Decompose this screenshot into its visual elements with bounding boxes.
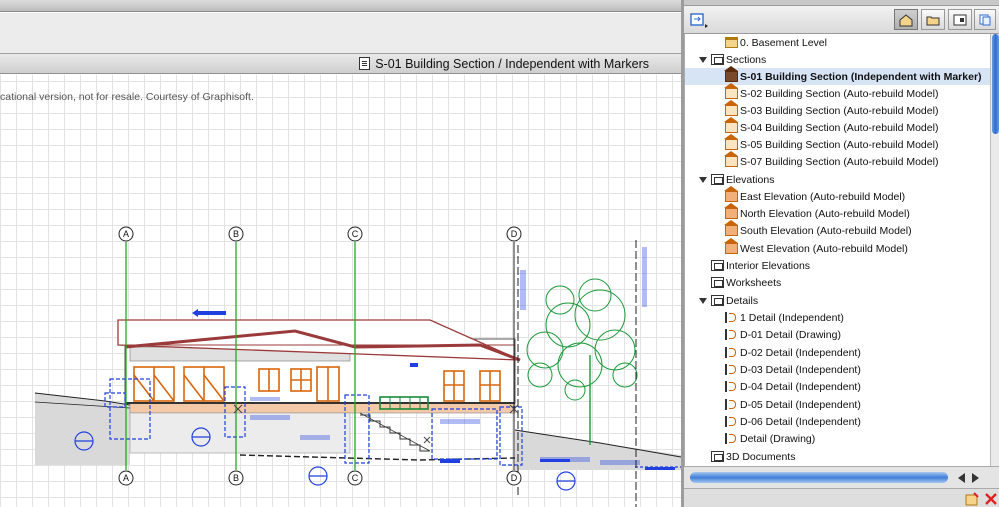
publisher-button[interactable]: [974, 9, 996, 30]
tree-item-3d-documents[interactable]: 3D Documents: [711, 448, 795, 465]
tree-item-s02[interactable]: S-02 Building Section (Auto-rebuild Mode…: [724, 83, 938, 102]
tree-item-s03[interactable]: S-03 Building Section (Auto-rebuild Mode…: [724, 100, 938, 119]
section-document-icon: [359, 57, 371, 70]
ground-fill-right: [515, 430, 681, 470]
new-view-icon[interactable]: [965, 492, 979, 506]
section-icon: [724, 83, 738, 99]
navigator-menu-button[interactable]: [686, 9, 712, 30]
tree-item-worksheets[interactable]: Worksheets: [711, 274, 781, 291]
windows: [133, 366, 501, 402]
detail-icon: [725, 381, 738, 392]
section-window: S-01 Building Section / Independent with…: [0, 0, 681, 507]
delete-view-icon[interactable]: [984, 492, 998, 506]
layout-book-button[interactable]: [948, 9, 972, 30]
tree-item-s04[interactable]: S-04 Building Section (Auto-rebuild Mode…: [724, 117, 938, 136]
navigator-palette: 0. Basement Level Sections S-01 Building…: [684, 0, 999, 507]
folder-icon: [725, 37, 738, 48]
section-icon: [724, 117, 738, 133]
tree-item-south-elevation[interactable]: South Elevation (Auto-rebuild Model): [724, 220, 912, 239]
tree-item-elevations[interactable]: Elevations: [711, 171, 774, 188]
tree-item-west-elevation[interactable]: West Elevation (Auto-rebuild Model): [724, 238, 908, 257]
tree-item-basement-level[interactable]: 0. Basement Level: [725, 34, 827, 51]
window-toolbar-area: [0, 13, 681, 53]
elevation-icon: [724, 220, 738, 236]
navigator-bottom-bar: [684, 488, 999, 507]
detail-icon: [725, 416, 738, 427]
grid-label-bottom-d: D: [511, 473, 518, 483]
section-icon: [724, 100, 738, 116]
grid-label-bottom-c: C: [352, 473, 359, 483]
tree-vertical-scrollbar[interactable]: [990, 34, 999, 466]
grid-label-bottom-b: B: [233, 473, 239, 483]
publisher-icon: [979, 14, 991, 25]
view-map-button[interactable]: [921, 9, 945, 30]
elevation-folder-icon: [711, 174, 724, 185]
horizontal-scroll-thumb[interactable]: [690, 472, 948, 483]
tree-item-detail-d05[interactable]: D-05 Detail (Independent): [725, 396, 861, 413]
building-section-drawing: A B C D A B C D: [34, 226, 681, 507]
tree-item-east-elevation[interactable]: East Elevation (Auto-rebuild Model): [724, 186, 905, 205]
tree-item-details[interactable]: Details: [711, 292, 758, 309]
tree-item-north-elevation[interactable]: North Elevation (Auto-rebuild Model): [724, 203, 910, 222]
tree-item-s05[interactable]: S-05 Building Section (Auto-rebuild Mode…: [724, 134, 938, 153]
disclosure-triangle-elevations[interactable]: [699, 177, 707, 183]
section-folder-icon: [711, 54, 724, 65]
basement-slab: [129, 402, 516, 414]
tree-item-detail-1[interactable]: 1 Detail (Independent): [725, 309, 844, 326]
tree-item-detail-d04[interactable]: D-04 Detail (Independent): [725, 378, 861, 395]
details-folder-icon: [711, 295, 724, 306]
tree-item-interior-elevations[interactable]: Interior Elevations: [711, 257, 810, 274]
navigator-toolbar: [684, 6, 999, 34]
window-title: S-01 Building Section / Independent with…: [375, 56, 649, 71]
elevation-icon: [724, 238, 738, 254]
elevation-icon: [724, 186, 738, 202]
navigator-options-icon: [690, 12, 708, 28]
3d-documents-icon: [711, 451, 724, 462]
detail-icon: [725, 399, 738, 410]
detail-icon: [725, 329, 738, 340]
detail-icon: [725, 433, 738, 444]
project-map-button[interactable]: [894, 9, 918, 30]
disclosure-triangle-details[interactable]: [699, 298, 707, 304]
section-icon: [724, 134, 738, 150]
grid-label-top-b: B: [233, 229, 239, 239]
vertical-scroll-thumb[interactable]: [992, 34, 999, 134]
section-icon: [724, 66, 738, 82]
grid-label-top-a: A: [123, 229, 129, 239]
interior-elevation-icon: [711, 260, 724, 271]
tree-item-sections[interactable]: Sections: [711, 51, 766, 68]
tree-symbol: [526, 278, 638, 445]
grid-label-top-c: C: [352, 229, 359, 239]
scroll-right-arrow-icon[interactable]: [972, 473, 979, 483]
detail-icon: [725, 364, 738, 375]
top-window-strip: [0, 0, 681, 12]
elevation-icon: [724, 203, 738, 219]
section-icon: [724, 151, 738, 167]
ground-fill: [35, 393, 130, 465]
drawing-canvas[interactable]: cational version, not for resale. Courte…: [0, 75, 681, 507]
tree-item-detail-d03[interactable]: D-03 Detail (Independent): [725, 361, 861, 378]
tree-item-detail-d02[interactable]: D-02 Detail (Independent): [725, 344, 861, 361]
grid-label-bottom-a: A: [123, 473, 129, 483]
disclosure-triangle-sections[interactable]: [699, 57, 707, 63]
folder-view-icon: [926, 16, 940, 25]
tree-horizontal-scrollbar[interactable]: [684, 466, 999, 488]
grid-label-top-d: D: [511, 229, 518, 239]
window-titlebar[interactable]: S-01 Building Section / Independent with…: [0, 53, 681, 74]
project-tree[interactable]: 0. Basement Level Sections S-01 Building…: [684, 34, 990, 466]
tree-item-detail-drawing[interactable]: Detail (Drawing): [725, 430, 815, 447]
worksheet-icon: [711, 277, 724, 288]
scroll-left-arrow-icon[interactable]: [958, 473, 965, 483]
layout-book-icon: [953, 14, 967, 25]
detail-icon: [725, 347, 738, 358]
tree-item-detail-d06[interactable]: D-06 Detail (Independent): [725, 413, 861, 430]
detail-icon: [725, 312, 738, 323]
project-map-icon: [899, 13, 913, 26]
tree-item-detail-d01[interactable]: D-01 Detail (Drawing): [725, 326, 841, 343]
tree-item-s07[interactable]: S-07 Building Section (Auto-rebuild Mode…: [724, 151, 938, 170]
archicad-app: S-01 Building Section / Independent with…: [0, 0, 999, 507]
